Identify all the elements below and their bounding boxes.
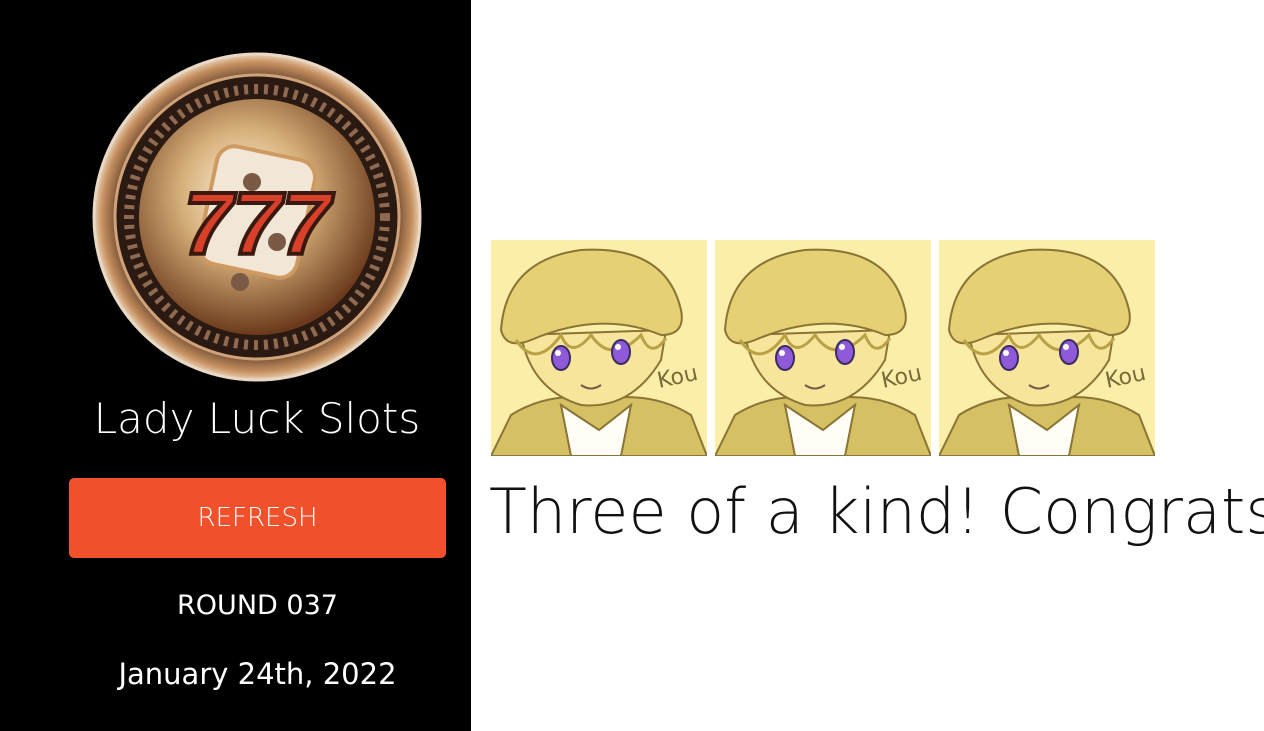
round-date: January 24th, 2022 [118, 657, 397, 691]
character-in-cap-icon: Kou [715, 240, 931, 456]
character-in-cap-icon: Kou [939, 240, 1155, 456]
reel-2: Kou [715, 240, 931, 456]
reel-1: Kou [491, 240, 707, 456]
round-label: ROUND 037 [177, 590, 338, 621]
slots-logo: 777 [92, 52, 422, 382]
reel-3: Kou [939, 240, 1155, 456]
slot-reels: Kou Kou Kou [491, 240, 1155, 456]
result-message: Three of a kind! Congrats! [489, 475, 1264, 548]
character-in-cap-icon: Kou [491, 240, 707, 456]
app-title: Lady Luck Slots [93, 394, 421, 443]
refresh-button[interactable]: REFRESH [69, 478, 446, 558]
sidebar: 777 Lady Luck Slots REFRESH ROUND 037 Ja… [0, 0, 471, 731]
logo-777-text: 777 [184, 174, 335, 273]
